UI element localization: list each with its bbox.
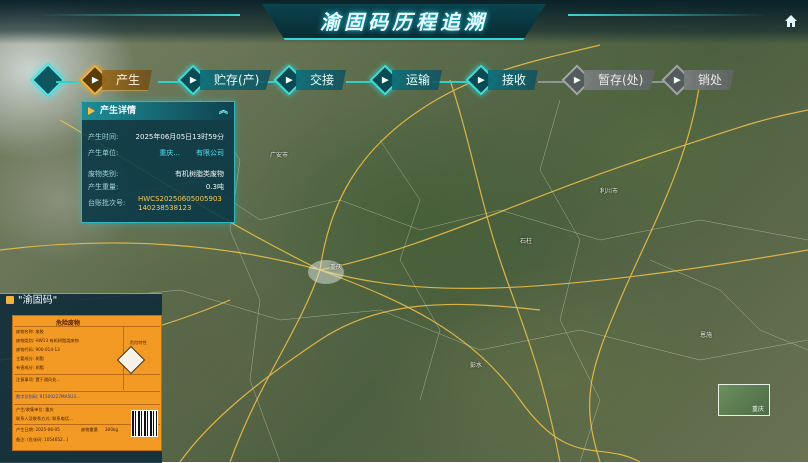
panel-header: "渝固码" (6, 294, 57, 308)
label-row: 主要成分: 树脂 (16, 356, 44, 361)
label-weight-label: 废物重量 (81, 427, 98, 432)
label-rule (14, 391, 160, 392)
label-rule (14, 404, 160, 405)
field-value: 0.3吨 (205, 183, 224, 191)
title-wing-left (40, 14, 240, 16)
label-row: 产生日期: 2025-06-05 (16, 427, 60, 432)
field-value: 重庆... (159, 149, 180, 157)
label-weight-value: 300kg (105, 427, 119, 432)
thumbnail-label: 重庆 (752, 406, 765, 413)
map-place-label: 石柱 (520, 238, 533, 245)
field-value: 有机树脂类废物 (175, 170, 224, 178)
field-label: 产生单位: (88, 149, 119, 157)
step-storage-producer[interactable]: ▶ 贮存(产) (177, 64, 272, 96)
triangle-icon (88, 107, 95, 115)
step-temporary-storage[interactable]: ▶ 暂存(处) (561, 64, 656, 96)
title-wing-right (568, 14, 768, 16)
step-transport[interactable]: ▶ 运输 (369, 64, 443, 96)
hazard-label: 危险特性 (130, 340, 147, 345)
label-row: 废物名称: 废胶 (16, 329, 44, 334)
generation-detail-panel: 产生详情 ︽ 产生时间: 2025年06月05日13时59分 产生单位: 重庆.… (81, 101, 235, 223)
field-value: HWCS20250605005903140238538123 (138, 195, 222, 212)
label-row: 注意事项: 置于通风处... (16, 377, 61, 382)
process-timeline: ▶ 产生 ▶ 贮存(产) ▶ 交接 ▶ 运输 ▶ 接收 ▶ 暂存(处) ▶ 销处 (0, 63, 808, 97)
label-row: 废物类别: HW13 有机树脂类废物 (16, 338, 79, 343)
step-disposal[interactable]: ▶ 销处 (661, 64, 735, 96)
step-receive[interactable]: ▶ 接收 (465, 64, 539, 96)
label-rule (14, 326, 160, 327)
field-label: 废物类别: (88, 170, 119, 178)
field-label: 产生时间: (88, 133, 119, 141)
detail-header: 产生详情 ︽ (82, 102, 234, 120)
label-row: 废物代码: 900-014-13 (16, 347, 60, 352)
field-value-suffix: 有限公司 (196, 149, 224, 157)
map-place-label: 恩施 (700, 332, 713, 339)
label-row: 数字识别码: 91500227MA5U3... (16, 394, 80, 399)
label-row: 有害成分: 树脂 (16, 365, 44, 370)
label-rule (14, 374, 160, 375)
collapse-icon[interactable]: ︽ (219, 102, 228, 120)
map-place-label: 重庆 (330, 264, 343, 271)
map-place-label: 彭水 (470, 362, 483, 369)
field-label: 产生重量: (88, 183, 119, 191)
folder-icon (6, 296, 14, 304)
label-row: 备注: (危化码: 1054652...) (16, 437, 69, 442)
qr-code-icon[interactable] (131, 410, 158, 437)
map-place-label: 利川市 (600, 188, 619, 195)
home-icon[interactable] (783, 13, 799, 29)
step-handover[interactable]: ▶ 交接 (273, 64, 347, 96)
label-row: 联系人及联系方式: 联系电话... (16, 416, 73, 421)
label-row: 产生/收集单位: 重庆 (16, 407, 54, 412)
page-title: 渝固码历程追溯 (320, 10, 488, 34)
field-label: 台账批次号: (88, 199, 126, 207)
map-place-label: 广安市 (270, 152, 289, 159)
field-value: 2025年06月05日13时59分 (135, 133, 224, 141)
step-generate[interactable]: ▶ 产生 (79, 64, 153, 96)
